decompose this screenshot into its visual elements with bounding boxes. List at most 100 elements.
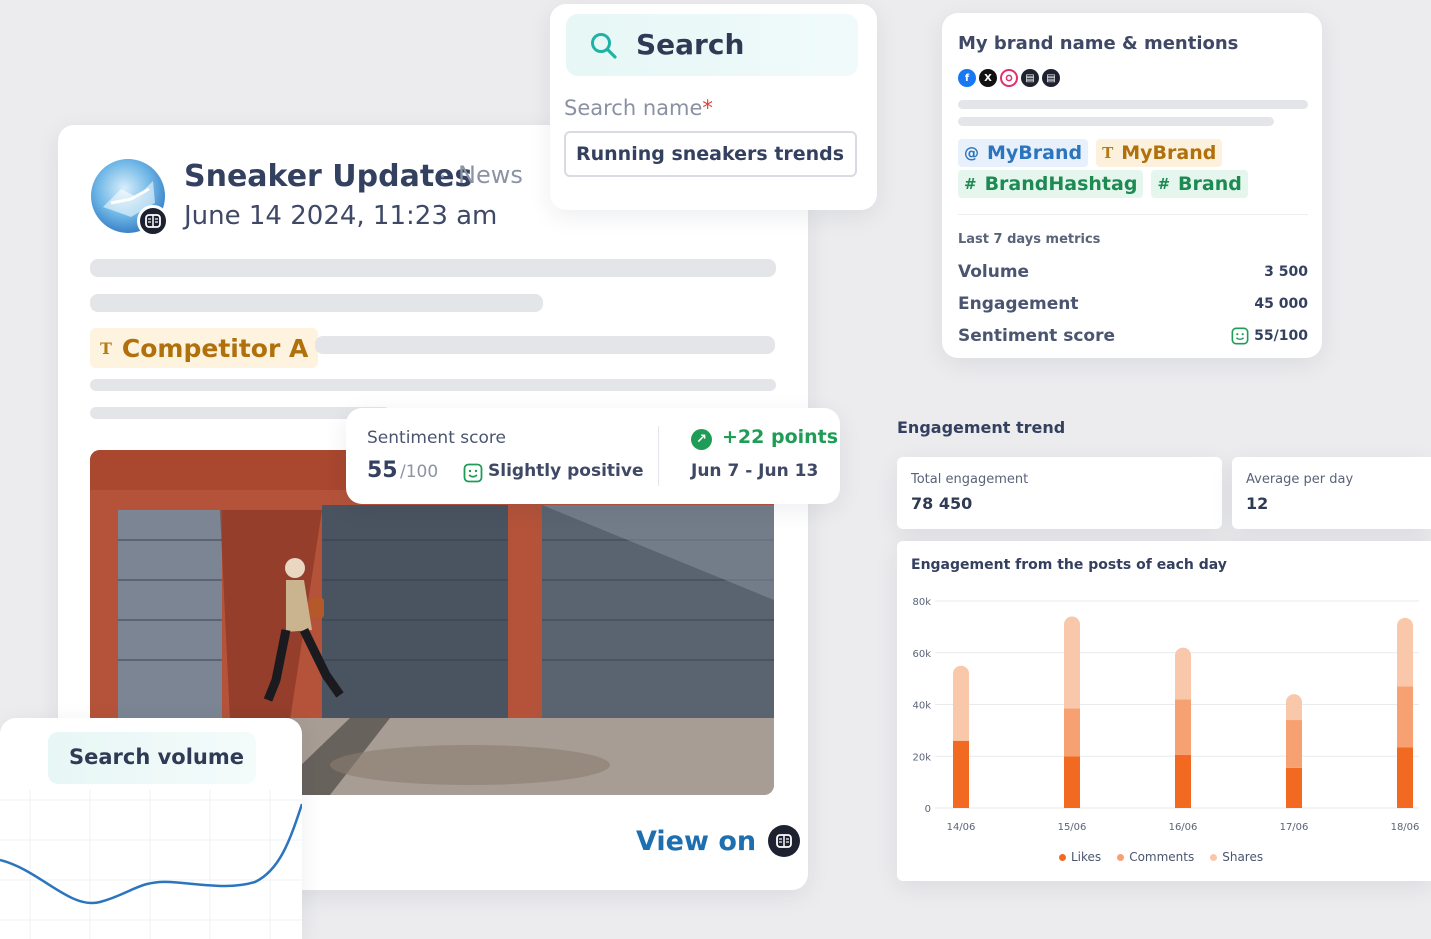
- search-icon[interactable]: [588, 30, 620, 62]
- stat-value: 78 450: [911, 494, 973, 513]
- brand-card: My brand name & mentions f X ▤ ▤ @ MyBran…: [942, 13, 1322, 358]
- sentiment-max: /100: [400, 462, 439, 482]
- text-placeholder: [315, 336, 775, 354]
- keyword-brand[interactable]: # Brand: [1151, 170, 1248, 198]
- legend-dot: [1210, 853, 1218, 861]
- text-placeholder: [90, 259, 776, 277]
- bar-segment-shares: [1397, 617, 1413, 687]
- sentiment-label: Sentiment score: [367, 428, 506, 448]
- search-name-label: Search name*: [564, 96, 713, 120]
- bar-segment-shares: [1064, 616, 1080, 709]
- legend-item[interactable]: Comments: [1117, 850, 1194, 864]
- keyword-mybrand-text[interactable]: T MyBrand: [1096, 139, 1223, 167]
- arrow-up-right-icon: ↗: [691, 429, 712, 450]
- y-tick-label: 80k: [912, 597, 931, 608]
- post-type: News: [458, 161, 523, 189]
- metric-value: 3 500: [1264, 264, 1308, 280]
- bar-segment-likes: [1175, 754, 1191, 808]
- search-card: Search Search name* Running sneakers tre…: [550, 4, 877, 210]
- y-tick-label: 0: [925, 804, 931, 815]
- legend-dot: [1059, 853, 1066, 861]
- stat-label: Total engagement: [911, 472, 1029, 487]
- bar-segment-shares: [953, 665, 969, 741]
- search-volume-chart: [0, 790, 302, 939]
- x-tick-label: 17/06: [1280, 822, 1309, 833]
- text-tag-icon: T: [1102, 144, 1114, 162]
- bar-segment-shares: [1286, 712, 1302, 721]
- text-tag-icon: T: [100, 338, 112, 358]
- sentiment-change: +22 points: [722, 426, 839, 448]
- bar-segment-comments: [1175, 699, 1191, 755]
- stat-label: Average per day: [1246, 472, 1354, 487]
- competitor-label: Competitor A: [121, 333, 309, 363]
- search-volume-card: Search volume: [0, 718, 302, 939]
- metrics-label: Last 7 days metrics: [958, 232, 1101, 247]
- search-name-input[interactable]: Running sneakers trends: [564, 131, 857, 177]
- x-icon: X: [979, 69, 997, 87]
- bar-segment-shares: [1064, 700, 1080, 709]
- engagement-chart: 80k 60k 40k 20k 0 14/06 15/06 16/06 17/06 18/06: [912, 597, 1420, 833]
- source-icon: ▤: [1021, 69, 1039, 87]
- x-tick-label: 16/06: [1169, 822, 1198, 833]
- bar-segment-shares: [1175, 691, 1191, 700]
- sentiment-range: Jun 7 - Jun 13: [691, 461, 819, 481]
- chart-legend: Likes Comments Shares: [1059, 850, 1263, 864]
- metric-name: Volume: [958, 262, 1030, 282]
- bar-segment-likes: [1064, 756, 1080, 808]
- brand-title: My brand name & mentions: [958, 33, 1239, 54]
- x-tick-label: 18/06: [1391, 822, 1420, 833]
- legend-item[interactable]: Shares: [1210, 850, 1263, 864]
- text-placeholder: [90, 294, 543, 312]
- title-separator: ·: [439, 165, 446, 190]
- hashtag-icon: #: [964, 175, 977, 193]
- source-icon: [768, 825, 801, 857]
- search-volume-line: [0, 803, 302, 905]
- text-placeholder: [90, 407, 390, 419]
- text-placeholder: [958, 117, 1274, 126]
- legend-dot: [1117, 853, 1125, 861]
- x-tick-label: 14/06: [947, 822, 976, 833]
- instagram-icon: [1000, 69, 1018, 87]
- y-tick-label: 60k: [912, 649, 931, 660]
- metric-value: 55/100: [1231, 327, 1308, 345]
- source-icon: ▤: [1042, 69, 1060, 87]
- divider: [658, 426, 659, 486]
- y-tick-label: 20k: [912, 752, 931, 763]
- metric-value: 45 000: [1254, 296, 1308, 312]
- keyword-row: # BrandHashtag # Brand: [958, 170, 1248, 198]
- y-tick-label: 40k: [912, 701, 931, 712]
- sentiment-card: Sentiment score 55 /100 Slightly positiv…: [346, 408, 840, 504]
- bar-segment-comments: [1064, 708, 1080, 757]
- at-icon: @: [964, 144, 979, 162]
- search-volume-title: Search volume: [69, 745, 244, 769]
- sentiment-score: 55: [367, 458, 398, 483]
- legend-item[interactable]: Likes: [1059, 850, 1101, 864]
- divider: [958, 214, 1308, 215]
- metric-name: Sentiment score: [958, 326, 1116, 346]
- keyword-brandhashtag[interactable]: # BrandHashtag: [958, 170, 1144, 198]
- sentiment-text: Slightly positive: [488, 461, 644, 481]
- bar-segment-shares: [1397, 678, 1413, 687]
- smile-icon: [1231, 327, 1249, 345]
- search-title: Search: [636, 28, 745, 61]
- bar-segment-likes: [1397, 747, 1413, 808]
- view-on-link[interactable]: View on: [636, 825, 801, 857]
- post-author[interactable]: Sneaker Updates: [184, 159, 472, 194]
- bar-segment-shares: [953, 732, 969, 741]
- bar-segment-likes: [1286, 767, 1302, 808]
- bar-segment-comments: [1286, 720, 1302, 768]
- bar-segment-likes: [953, 740, 969, 808]
- competitor-tag[interactable]: T Competitor A: [90, 328, 319, 368]
- view-on-label: View on: [636, 825, 757, 857]
- social-icons: f X ▤ ▤: [958, 69, 1060, 87]
- post-date: June 14 2024, 11:23 am: [184, 201, 498, 231]
- facebook-icon: f: [958, 69, 976, 87]
- x-tick-label: 15/06: [1058, 822, 1087, 833]
- total-engagement-card: Total engagement 78 450: [897, 457, 1222, 529]
- hashtag-icon: #: [1157, 175, 1171, 193]
- text-placeholder: [90, 379, 776, 391]
- smile-icon: [463, 463, 483, 483]
- text-placeholder: [958, 100, 1308, 109]
- keyword-mybrand-mention[interactable]: @ MyBrand: [958, 139, 1089, 167]
- keyword-row: @ MyBrand T MyBrand: [958, 139, 1223, 167]
